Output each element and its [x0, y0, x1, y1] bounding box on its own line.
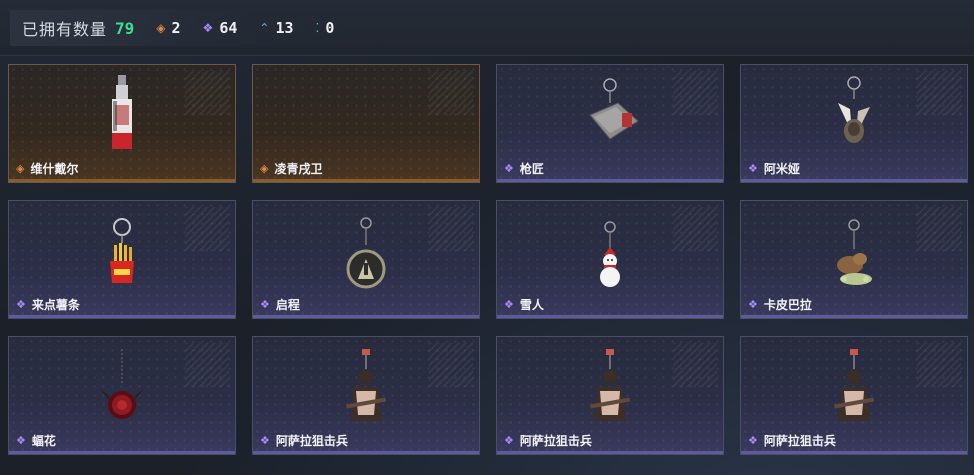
item-card[interactable]: ❖ 阿萨拉狙击兵 — [740, 336, 968, 455]
snowman-charm-icon — [600, 221, 620, 287]
orange-diamond-icon: ◈ — [260, 162, 269, 175]
item-name-row: ◈ 凌青戌卫 — [260, 160, 322, 177]
orange-diamond-icon: ◈ — [156, 21, 166, 35]
blue-chevron-icon: ⌃ — [259, 21, 270, 35]
card-pattern — [429, 207, 473, 251]
red-white-tag-charm-icon — [112, 75, 132, 149]
item-name-row: ❖ 枪匠 — [504, 160, 544, 177]
card-pattern — [185, 71, 229, 115]
item-name: 阿萨拉狙击兵 — [519, 434, 592, 448]
top-bar: 已拥有数量 79 ◈ 2 ❖ 64 ⌃ 13 ⁚ 0 — [0, 0, 974, 56]
owned-count: 79 — [115, 18, 135, 38]
purple-diamond-icon: ❖ — [504, 434, 514, 447]
teal-dots-icon: ⁚ — [315, 21, 320, 35]
item-name-row: ❖ 阿萨拉狙击兵 — [504, 432, 592, 449]
item-name: 枪匠 — [519, 162, 544, 176]
item-card[interactable]: ◈ 维什戴尔 — [8, 64, 236, 183]
purple-diamond-icon: ❖ — [260, 298, 270, 311]
item-card[interactable]: ❖ 阿萨拉狙击兵 — [496, 336, 724, 455]
item-name-row: ❖ 雪人 — [504, 296, 544, 313]
purple-diamond-icon: ❖ — [504, 162, 514, 175]
purple-diamond-icon: ❖ — [504, 298, 514, 311]
item-grid: ◈ 维什戴尔 ◈ 凌青戌卫 ❖ 枪匠 ❖ 阿米娅 ❖ 来点薯条 ❖ 启程 ❖ 雪… — [8, 64, 968, 455]
card-pattern — [917, 343, 961, 387]
item-card[interactable]: ❖ 阿萨拉狙击兵 — [252, 336, 480, 455]
purple-diamond-icon: ❖ — [748, 162, 758, 175]
item-name: 卡皮巴拉 — [763, 298, 812, 312]
item-name-row: ❖ 启程 — [260, 296, 300, 313]
sniper-figure-charm-icon — [345, 349, 387, 421]
metal-plate-charm-icon — [589, 78, 639, 140]
item-name: 阿米娅 — [763, 162, 800, 176]
item-name: 蝠花 — [31, 434, 56, 448]
item-name-row: ❖ 来点薯条 — [16, 296, 80, 313]
item-name: 启程 — [275, 298, 300, 312]
rabbit-ears-charm-icon — [838, 76, 870, 143]
purple-diamond-icon: ❖ — [748, 298, 758, 311]
item-name: 维什戴尔 — [30, 162, 79, 176]
capybara-charm-icon — [837, 219, 872, 285]
stat-blue-value: 13 — [275, 19, 294, 37]
item-card[interactable]: ◈ 凌青戌卫 — [252, 64, 480, 183]
item-card[interactable]: ❖ 枪匠 — [496, 64, 724, 183]
item-name-row: ❖ 阿萨拉狙击兵 — [260, 432, 348, 449]
medal-charm-icon — [346, 217, 386, 289]
item-card[interactable]: ❖ 雪人 — [496, 200, 724, 319]
item-card[interactable]: ❖ 阿米娅 — [740, 64, 968, 183]
purple-diamond-icon: ❖ — [16, 434, 26, 447]
card-pattern — [673, 343, 717, 387]
item-name-row: ◈ 维什戴尔 — [16, 160, 78, 177]
purple-diamond-icon: ❖ — [260, 434, 270, 447]
stat-blue: ⌃ 13 — [259, 19, 293, 37]
card-pattern — [429, 71, 473, 115]
stat-orange: ◈ 2 — [156, 19, 180, 37]
purple-diamond-icon: ❖ — [748, 434, 758, 447]
card-pattern — [917, 71, 961, 115]
item-name-row: ❖ 阿米娅 — [748, 160, 800, 177]
purple-diamond-icon: ❖ — [16, 298, 26, 311]
stat-purple: ❖ 64 — [203, 19, 238, 37]
purple-diamond-icon: ❖ — [202, 21, 214, 35]
item-name: 来点薯条 — [31, 298, 80, 312]
owned-label: 已拥有数量 — [22, 20, 108, 39]
item-card[interactable]: ❖ 卡皮巴拉 — [740, 200, 968, 319]
item-card[interactable]: ❖ 来点薯条 — [8, 200, 236, 319]
sniper-figure-charm-icon — [589, 349, 631, 421]
stat-orange-value: 2 — [171, 19, 181, 37]
item-name-row: ❖ 蝠花 — [16, 432, 56, 449]
rose-charm-icon — [100, 349, 144, 419]
card-pattern — [185, 207, 229, 251]
item-name: 雪人 — [519, 298, 544, 312]
item-name: 阿萨拉狙击兵 — [275, 434, 348, 448]
card-pattern — [673, 207, 717, 251]
stat-teal: ⁚ 0 — [316, 19, 335, 37]
item-name-row: ❖ 卡皮巴拉 — [748, 296, 812, 313]
stat-purple-value: 64 — [219, 19, 238, 37]
item-card[interactable]: ❖ 蝠花 — [8, 336, 236, 455]
item-name: 凌青戌卫 — [274, 162, 323, 176]
fries-charm-icon — [110, 218, 134, 283]
sniper-figure-charm-icon — [833, 349, 875, 421]
item-name-row: ❖ 阿萨拉狙击兵 — [748, 432, 836, 449]
owned-summary: 已拥有数量 79 ◈ 2 ❖ 64 ⌃ 13 ⁚ 0 — [10, 10, 365, 46]
card-pattern — [429, 343, 473, 387]
item-card[interactable]: ❖ 启程 — [252, 200, 480, 319]
orange-diamond-icon: ◈ — [16, 162, 25, 175]
stat-teal-value: 0 — [325, 19, 335, 37]
card-pattern — [917, 207, 961, 251]
card-pattern — [185, 343, 229, 387]
card-pattern — [673, 71, 717, 115]
item-name: 阿萨拉狙击兵 — [763, 434, 836, 448]
